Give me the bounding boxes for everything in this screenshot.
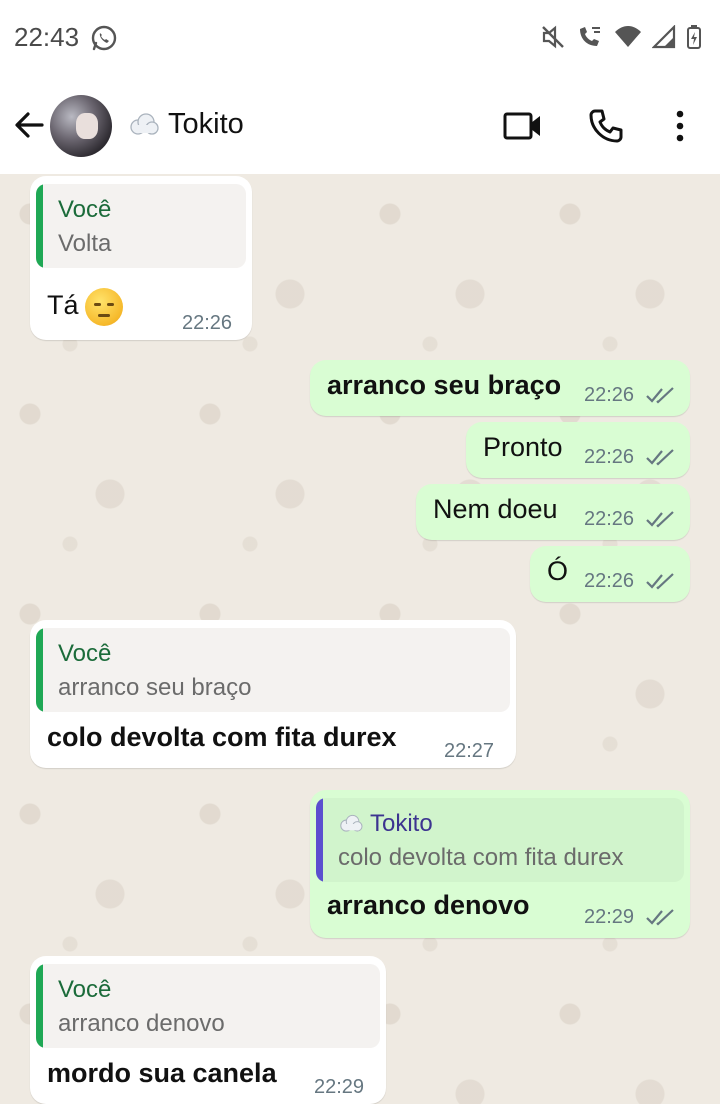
message-text: mordo sua canela — [47, 1058, 277, 1088]
message-text: arranco denovo — [327, 890, 530, 920]
quote-text: arranco denovo — [58, 1010, 225, 1037]
quote-text: arranco seu braço — [58, 674, 252, 701]
message-outgoing[interactable]: Ó 22:26 — [530, 546, 690, 602]
back-arrow-icon[interactable] — [12, 108, 46, 142]
video-camera-icon — [503, 112, 540, 140]
quote-author: Você — [58, 976, 112, 1003]
mute-icon — [542, 25, 564, 49]
quote-author: Você — [58, 640, 112, 667]
message-outgoing[interactable]: Tokito colo devolta com fita durex arran… — [310, 790, 690, 938]
double-check-icon — [646, 909, 674, 926]
contact-title[interactable]: Tokito — [128, 108, 244, 141]
cloud-emoji-icon — [130, 112, 159, 135]
message-time: 22:26 — [584, 570, 635, 592]
message-text: arranco seu braço — [327, 370, 562, 400]
double-check-icon — [646, 449, 674, 466]
chat-area[interactable]: Você Volta Tá 22:26 arranco seu braço 22… — [0, 174, 720, 1104]
message-time: 22:26 — [584, 446, 635, 468]
double-check-icon — [646, 573, 674, 590]
message-incoming[interactable]: Você Volta Tá 22:26 — [30, 176, 252, 340]
message-incoming[interactable]: Você arranco denovo mordo sua canela 22:… — [30, 956, 386, 1104]
cloud-emoji-icon — [340, 814, 363, 832]
video-call-button[interactable] — [503, 106, 543, 146]
message-outgoing[interactable]: Pronto 22:26 — [466, 422, 690, 478]
message-time: 22:27 — [444, 740, 495, 762]
signal-icon — [652, 25, 676, 49]
whatsapp-notification-icon — [91, 25, 117, 51]
more-vert-icon — [676, 110, 684, 142]
message-time: 22:29 — [314, 1076, 365, 1098]
quote-author-row: Tokito — [338, 810, 433, 838]
message-text: colo devolta com fita durex — [47, 722, 397, 752]
wifi-icon — [615, 26, 641, 47]
message-text: Tá — [47, 288, 123, 326]
quote-author: Tokito — [370, 810, 433, 837]
message-time: 22:26 — [182, 312, 233, 334]
quoted-message[interactable]: Tokito colo devolta com fita durex — [316, 798, 684, 882]
battery-icon — [687, 25, 701, 49]
voice-call-button[interactable] — [586, 106, 626, 146]
double-check-icon — [646, 511, 674, 528]
quote-text: colo devolta com fita durex — [338, 844, 624, 871]
status-time: 22:43 — [14, 22, 80, 52]
message-time: 22:26 — [584, 508, 635, 530]
quote-text: Volta — [58, 230, 112, 257]
message-incoming[interactable]: Você arranco seu braço colo devolta com … — [30, 620, 516, 768]
message-text: Nem doeu — [433, 494, 558, 524]
quoted-message[interactable]: Você Volta — [36, 184, 246, 268]
pensive-face-emoji-icon — [84, 288, 123, 326]
wifi-call-icon — [580, 27, 600, 46]
contact-name: Tokito — [168, 108, 244, 140]
status-bar: 22:43 — [0, 0, 720, 78]
contact-avatar[interactable] — [50, 95, 112, 157]
more-options-button[interactable] — [660, 106, 700, 146]
message-text: Ó — [547, 556, 569, 586]
message-time: 22:29 — [584, 906, 635, 928]
double-check-icon — [646, 387, 674, 404]
message-text: Pronto — [483, 432, 563, 462]
phone-icon — [589, 109, 623, 143]
message-outgoing[interactable]: Nem doeu 22:26 — [416, 484, 690, 540]
quoted-message[interactable]: Você arranco denovo — [36, 964, 380, 1048]
message-outgoing[interactable]: arranco seu braço 22:26 — [310, 360, 690, 416]
message-time: 22:26 — [584, 384, 635, 406]
chat-header: Tokito — [0, 78, 720, 174]
quoted-message[interactable]: Você arranco seu braço — [36, 628, 510, 712]
quote-author: Você — [58, 196, 112, 223]
